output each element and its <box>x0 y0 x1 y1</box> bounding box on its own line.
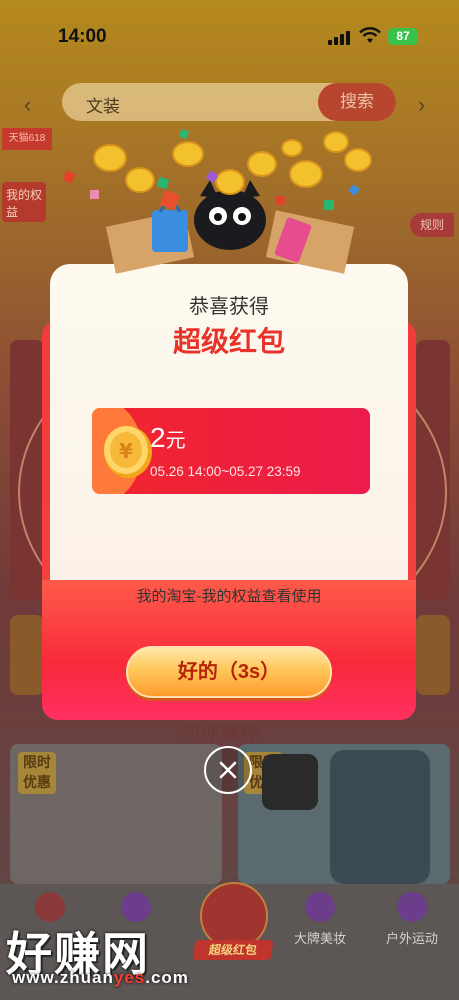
modal-title: 超级红包 <box>172 326 285 357</box>
coupon-period: 05.26 14:00~05.27 23:59 <box>150 464 301 479</box>
coupon-unit: 元 <box>165 430 186 452</box>
back-arrow-icon[interactable]: ‹ <box>24 92 31 118</box>
congrats-text: 恭喜获得 <box>189 296 269 318</box>
tab-label: 户外运动 <box>385 931 438 946</box>
more-arrow-icon[interactable]: › <box>418 92 425 118</box>
signal-icon <box>328 31 352 45</box>
close-icon <box>219 761 237 779</box>
svg-text:¥: ¥ <box>119 439 133 463</box>
limited-badge: 限时优惠 <box>18 752 56 794</box>
phone-image <box>330 750 430 884</box>
close-button[interactable] <box>204 746 252 794</box>
tab-label: 大牌美妆 <box>293 931 346 946</box>
recommend-title: 为你推荐 <box>180 722 260 744</box>
product-card[interactable]: 限时优惠 <box>238 744 450 884</box>
phone-camera <box>262 754 318 810</box>
coupon-value: 2 <box>150 422 166 453</box>
ok-button[interactable]: 好的（3s） <box>126 646 332 698</box>
tab-outdoor[interactable]: 户外运动 <box>372 892 452 947</box>
celebration-illustration <box>62 128 372 274</box>
watermark-url-highlight: yes <box>113 968 146 987</box>
product-card[interactable]: 限时优惠 <box>10 744 222 884</box>
tab-beauty[interactable]: 大牌美妆 <box>280 892 360 947</box>
background-card-left-lower <box>10 615 44 695</box>
search-input[interactable]: 文装 <box>86 92 120 117</box>
yuan-coin-icon: ¥ <box>104 426 152 478</box>
coupon-amount: 2元 <box>150 422 186 454</box>
usage-hint: 我的淘宝-我的权益查看使用 <box>136 588 322 605</box>
shirt-icon <box>397 892 427 922</box>
center-tab-label[interactable]: 超级红包 <box>192 940 274 960</box>
watermark-url-prefix: www.zhuan <box>12 968 114 987</box>
search-bar[interactable]: 文装 搜索 <box>62 83 396 121</box>
status-bar: 14:00 87 <box>0 0 459 70</box>
battery-indicator: 87 <box>388 28 418 45</box>
watermark-url-suffix: .com <box>145 968 189 987</box>
background-card-right-lower <box>416 615 450 695</box>
watermark-url: www.zhuanyes.com <box>12 968 189 988</box>
wifi-icon <box>359 27 381 43</box>
status-time: 14:00 <box>58 26 107 47</box>
search-button[interactable]: 搜索 <box>318 83 396 121</box>
cart-icon <box>305 892 335 922</box>
